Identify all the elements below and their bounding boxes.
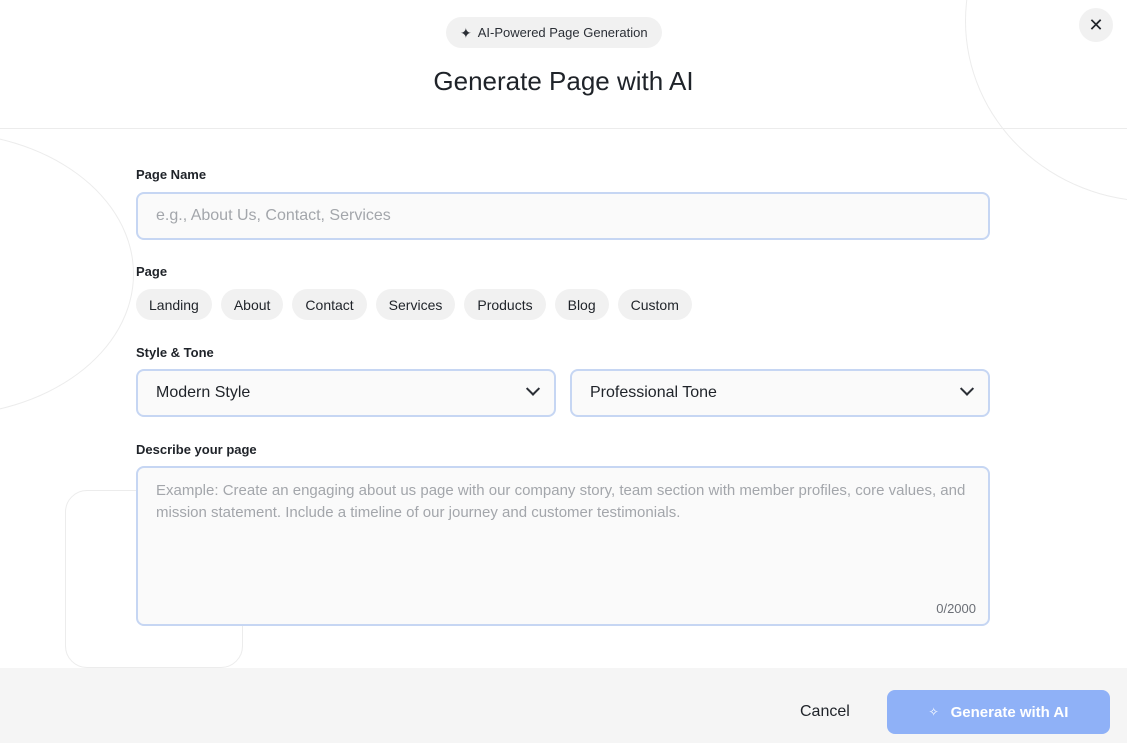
chip-blog[interactable]: Blog (554, 289, 609, 320)
style-select[interactable]: Modern Style (136, 369, 556, 417)
chip-custom[interactable]: Custom (617, 289, 692, 320)
page-name-input[interactable] (136, 192, 990, 240)
ai-badge: ✦ AI-Powered Page Generation (446, 17, 662, 48)
close-button[interactable]: ✕ (1079, 8, 1113, 42)
chevron-down-icon (959, 381, 975, 396)
modal-title: Generate Page with AI (433, 66, 694, 96)
description-label: Describe your page (136, 442, 257, 457)
style-tone-label: Style & Tone (136, 345, 214, 360)
close-icon: ✕ (1088, 14, 1104, 35)
description-field: 0/2000 (136, 466, 990, 626)
tone-select[interactable]: Professional Tone (570, 369, 990, 417)
chevron-down-icon (525, 381, 541, 396)
chip-landing[interactable]: Landing (136, 289, 212, 320)
chip-about[interactable]: About (220, 289, 284, 320)
sparkle-icon: ✧ (928, 705, 939, 719)
style-select-value: Modern Style (156, 384, 251, 401)
page-name-label: Page Name (136, 167, 207, 182)
generate-button-label: Generate with AI (950, 703, 1069, 721)
chip-contact[interactable]: Contact (292, 289, 367, 320)
page-type-label: Page (136, 264, 168, 279)
description-textarea[interactable] (138, 468, 988, 588)
generate-with-ai-button[interactable]: ✧ Generate with AI (887, 690, 1110, 734)
page-type-chips: Landing About Contact Services Products … (136, 289, 692, 320)
sparkle-icon: ✦ (460, 24, 472, 41)
tone-select-value: Professional Tone (590, 384, 717, 401)
modal-footer: Cancel ✧ Generate with AI (0, 668, 1127, 743)
ai-badge-label: AI-Powered Page Generation (477, 25, 648, 40)
generate-page-modal: ✦ AI-Powered Page Generation Generate Pa… (0, 0, 1127, 743)
decorative-circle-left (0, 132, 134, 416)
character-counter: 0/2000 (936, 601, 976, 616)
chip-services[interactable]: Services (375, 289, 456, 320)
chip-products[interactable]: Products (464, 289, 546, 320)
modal-header: ✦ AI-Powered Page Generation Generate Pa… (0, 0, 1127, 129)
cancel-button[interactable]: Cancel (780, 690, 870, 734)
